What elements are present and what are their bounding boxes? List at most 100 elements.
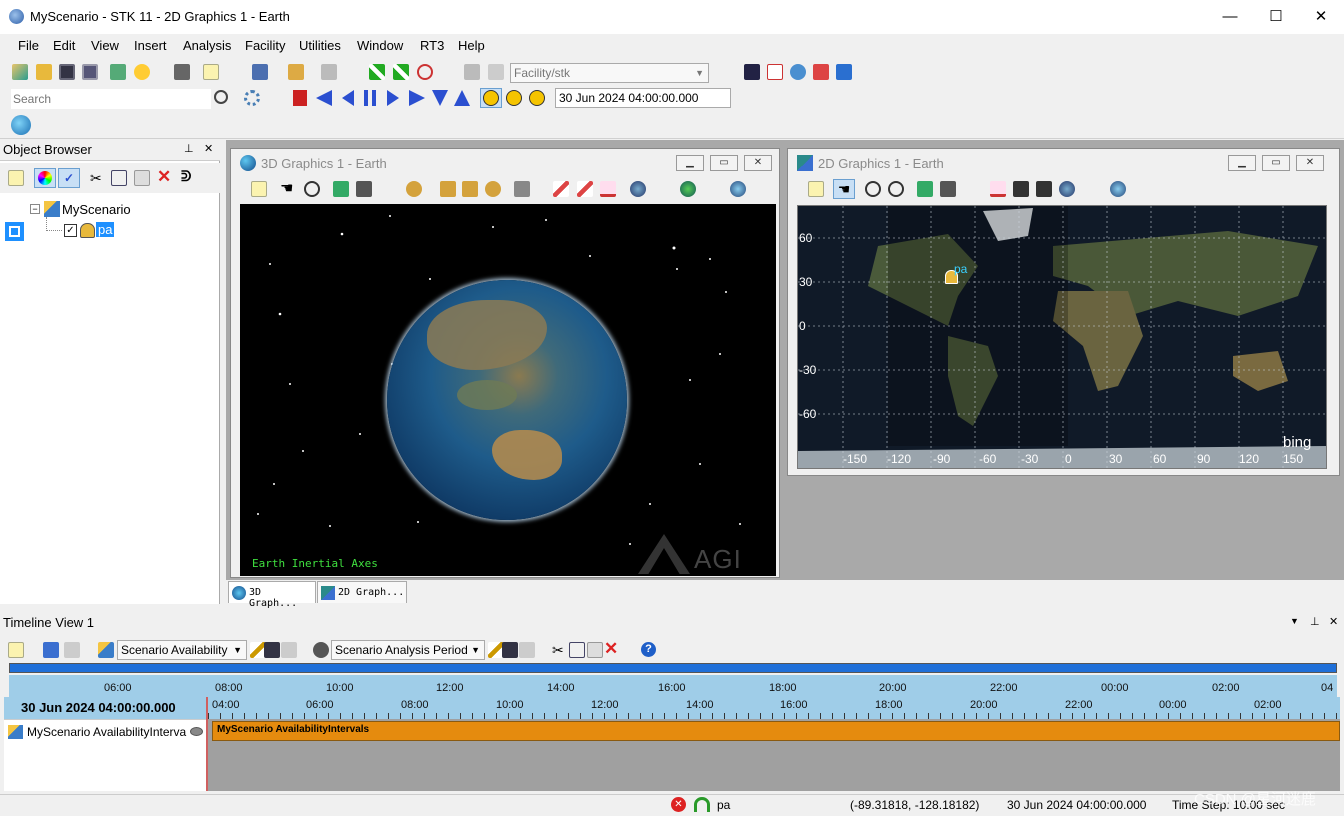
orbit-icon[interactable] xyxy=(417,64,433,80)
timeline-detail-ruler[interactable]: 04:00 06:00 08:00 10:00 12:00 14:00 16:0… xyxy=(206,697,1340,719)
zoom-icon[interactable] xyxy=(304,181,320,197)
copy-icon[interactable] xyxy=(111,170,127,186)
step-forward-icon[interactable] xyxy=(409,90,425,106)
error-icon[interactable]: ✕ xyxy=(671,797,686,812)
menu-edit[interactable]: Edit xyxy=(53,38,75,53)
paste-icon[interactable] xyxy=(134,170,150,186)
viewport-3d[interactable]: Earth Inertial Axes AGI xyxy=(240,204,776,576)
step-back-icon[interactable] xyxy=(316,90,332,106)
report-icon[interactable] xyxy=(203,64,219,80)
zoom-out-icon[interactable] xyxy=(888,181,904,197)
reset-icon[interactable] xyxy=(293,90,307,106)
pin-icon[interactable]: ⊥ xyxy=(1310,615,1320,628)
timeline-overview-ruler[interactable]: 06:00 08:00 10:00 12:00 14:00 16:00 18:0… xyxy=(9,675,1337,697)
sort-icon[interactable] xyxy=(836,64,852,80)
pan-hand-icon[interactable]: ☚ xyxy=(280,179,293,197)
ruler-icon[interactable] xyxy=(600,181,616,197)
map-2d[interactable]: 60 30 0 -30 -60 -150 -120 -90 -60 -30 0 … xyxy=(797,205,1327,469)
cut-icon[interactable]: ✂ xyxy=(552,642,564,659)
window-2d-restore[interactable]: ▭ xyxy=(1262,155,1290,171)
view-from-icon[interactable] xyxy=(406,181,422,197)
deck-access-icon[interactable] xyxy=(321,64,337,80)
window-2d-close[interactable]: ✕ xyxy=(1296,155,1324,171)
menu-facility[interactable]: Facility xyxy=(245,38,285,53)
calendar-icon[interactable] xyxy=(43,642,59,658)
color-wheel-icon[interactable] xyxy=(34,168,56,188)
check-all-icon[interactable]: ✓ xyxy=(58,168,80,188)
camera-icon[interactable] xyxy=(940,181,956,197)
analysis-period-icon[interactable] xyxy=(313,642,329,658)
sync-icon[interactable] xyxy=(64,642,80,658)
settings-gear-icon[interactable] xyxy=(244,90,260,106)
save-icon[interactable] xyxy=(264,642,280,658)
pan-hand-icon[interactable]: ☚ xyxy=(833,179,855,199)
copy-icon[interactable] xyxy=(569,642,585,658)
access-icon[interactable] xyxy=(288,64,304,80)
tree-item-scenario[interactable]: MyScenario xyxy=(62,202,131,217)
camera-icon[interactable] xyxy=(356,181,372,197)
ruler-icon[interactable] xyxy=(990,181,1006,197)
play-reverse-icon[interactable] xyxy=(342,90,354,106)
close-window-button[interactable]: ✕ xyxy=(1298,4,1344,30)
graph-manager-icon[interactable] xyxy=(252,64,268,80)
tab-3d-graphics[interactable]: 3D Graph... xyxy=(228,581,316,609)
slower-icon[interactable] xyxy=(432,90,448,106)
menu-insert[interactable]: Insert xyxy=(134,38,167,53)
snapshot-icon[interactable] xyxy=(333,181,349,197)
analysis-period-combo[interactable]: Scenario Analysis Period ▼ xyxy=(331,640,485,660)
globe-plugin-icon[interactable] xyxy=(11,115,31,135)
object-select-combo[interactable]: Facility/stk ▼ xyxy=(510,63,709,83)
timeline-row-label[interactable]: MyScenario AvailabilityInterva xyxy=(27,725,186,739)
menu-analysis[interactable]: Analysis xyxy=(183,38,231,53)
scenario-icon[interactable] xyxy=(98,642,114,658)
menu-utilities[interactable]: Utilities xyxy=(299,38,341,53)
object-tools2-icon[interactable] xyxy=(488,64,504,80)
menu-file[interactable]: File xyxy=(18,38,39,53)
view-north-icon[interactable] xyxy=(485,181,501,197)
pin-icon[interactable]: ⊥ xyxy=(184,142,194,155)
globe-manager-icon[interactable] xyxy=(680,181,696,197)
chart-icon[interactable] xyxy=(767,64,783,80)
map-properties-icon[interactable] xyxy=(1059,181,1075,197)
insert-object-icon[interactable] xyxy=(134,64,150,80)
print-icon[interactable] xyxy=(174,64,190,80)
table-icon[interactable] xyxy=(813,64,829,80)
chevron-down-icon[interactable]: ▼ xyxy=(1290,616,1299,626)
faster-icon[interactable] xyxy=(454,90,470,106)
close-panel-icon[interactable]: ✕ xyxy=(1329,615,1338,628)
zoom-in-icon[interactable] xyxy=(865,181,881,197)
menu-view[interactable]: View xyxy=(91,38,119,53)
report-icon[interactable] xyxy=(8,642,24,658)
earth-globe[interactable] xyxy=(387,280,627,520)
view-to-icon[interactable] xyxy=(462,181,478,197)
vector-icon[interactable] xyxy=(369,64,385,80)
minimize-button[interactable]: — xyxy=(1207,4,1253,30)
window-3d-minimize[interactable]: ▁ xyxy=(676,155,704,171)
timeline-track-area[interactable]: MyScenario AvailabilityIntervals xyxy=(206,719,1340,791)
timeline-overview-bar[interactable] xyxy=(9,663,1337,673)
menu-window[interactable]: Window xyxy=(357,38,403,53)
window-2d-minimize[interactable]: ▁ xyxy=(1228,155,1256,171)
globe-settings-icon[interactable] xyxy=(1110,181,1126,197)
search-icon[interactable] xyxy=(214,90,228,104)
menu-help[interactable]: Help xyxy=(458,38,485,53)
report-icon[interactable] xyxy=(808,181,824,197)
xreal-clock-icon[interactable] xyxy=(529,90,545,106)
measure-icon[interactable] xyxy=(577,181,593,197)
open-folder-icon[interactable] xyxy=(36,64,52,80)
delete-icon[interactable]: ✕ xyxy=(157,167,171,187)
object-tools-icon[interactable] xyxy=(464,64,480,80)
scale-icon[interactable] xyxy=(1013,181,1029,197)
report-icon[interactable] xyxy=(251,181,267,197)
new-scenario-icon[interactable] xyxy=(12,64,28,80)
tree-item-facility[interactable]: pa xyxy=(96,222,115,237)
tab-2d-graphics[interactable]: 2D Graph... xyxy=(317,581,407,603)
report-icon[interactable] xyxy=(8,170,24,186)
grid-icon[interactable] xyxy=(1036,181,1052,197)
save-icon[interactable] xyxy=(59,64,75,80)
help-icon[interactable]: ? xyxy=(641,642,656,657)
delete-icon[interactable]: ✕ xyxy=(604,639,618,659)
save-icon[interactable] xyxy=(502,642,518,658)
eye-icon[interactable] xyxy=(190,727,203,736)
properties-icon[interactable] xyxy=(110,64,126,80)
